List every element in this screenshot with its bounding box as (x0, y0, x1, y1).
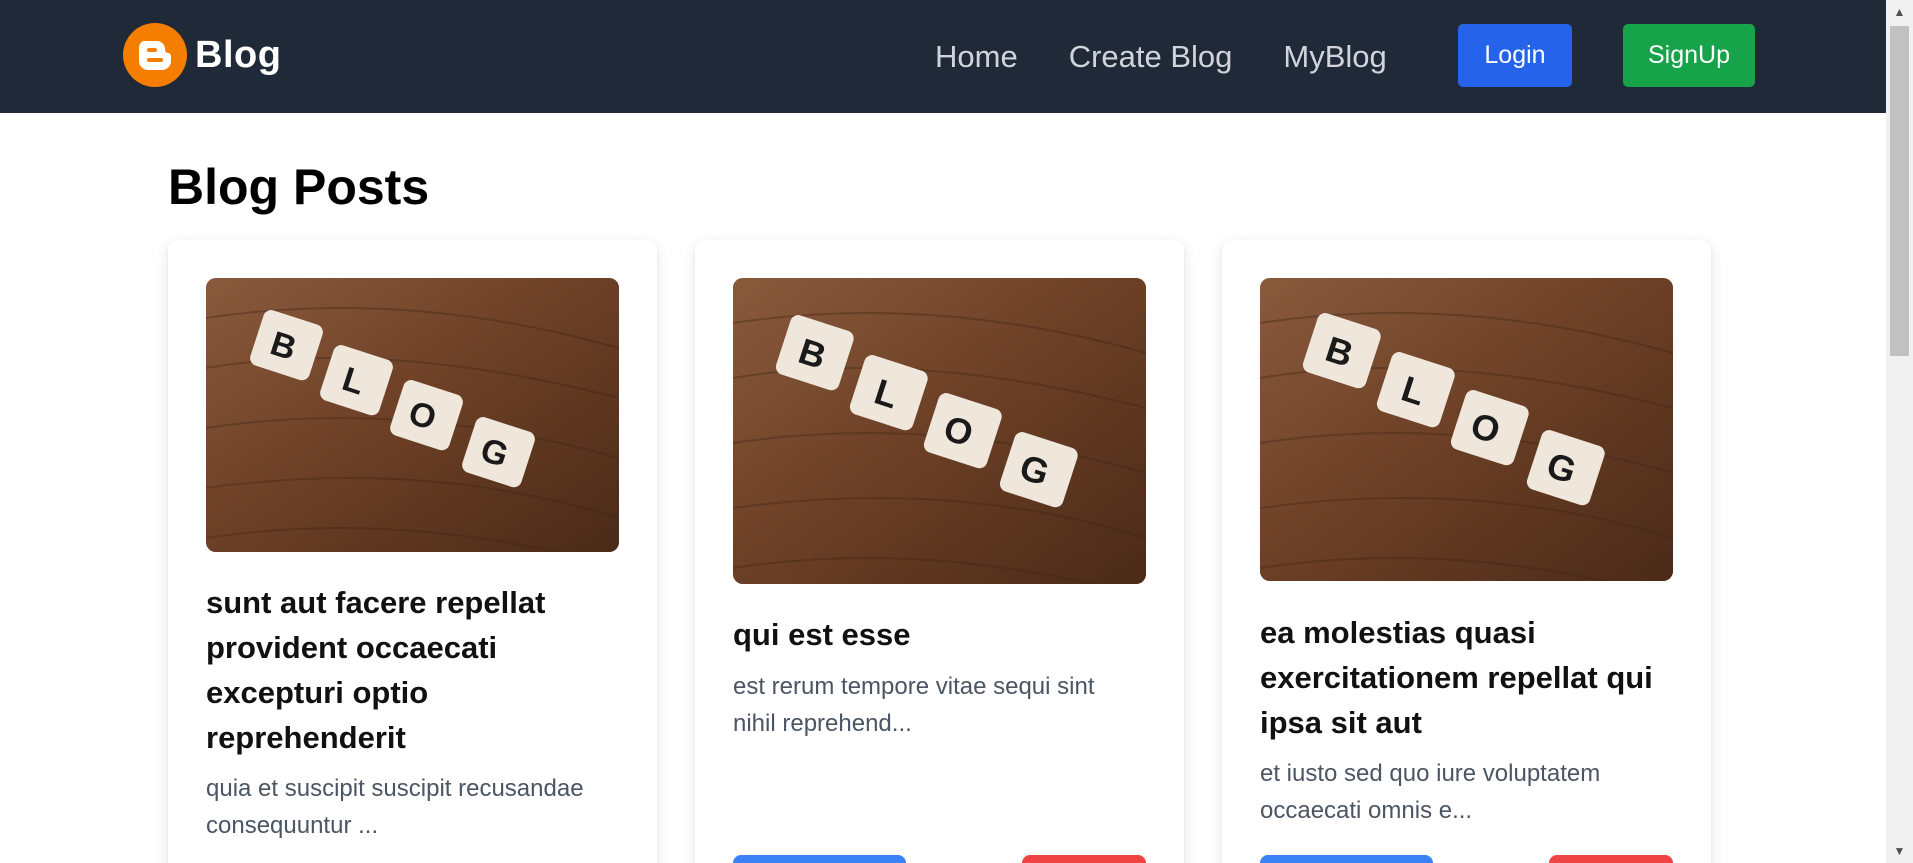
delete-button[interactable] (1549, 855, 1673, 863)
vertical-scrollbar[interactable]: ▲ ▼ (1886, 0, 1913, 863)
read-more-button[interactable] (733, 855, 906, 863)
scroll-up-arrow-icon[interactable]: ▲ (1886, 0, 1913, 24)
blog-card-title-line: exercitationem repellat qui (1260, 660, 1653, 695)
blog-card-description-line: quia et suscipit suscipit recusandae (206, 775, 584, 802)
blog-tiles-image: B L O G (1260, 278, 1673, 581)
blog-card-title-line: qui est esse (733, 617, 911, 652)
login-button[interactable]: Login (1458, 24, 1572, 87)
blog-card: B L O G qui est esse est rerum tempore v… (695, 240, 1184, 863)
blog-card-image[interactable]: B L O G (206, 278, 619, 552)
brand-text: Blog (195, 33, 282, 76)
nav-links: Home Create Blog MyBlog (935, 0, 1438, 113)
blog-card-title-line: sunt aut facere repellat (206, 585, 546, 620)
scrollbar-thumb[interactable] (1890, 26, 1909, 356)
blog-card-title-line: excepturi optio (206, 675, 429, 710)
blog-card-description-line: et iusto sed quo iure voluptatem (1260, 760, 1601, 787)
signup-button[interactable]: SignUp (1623, 24, 1755, 87)
blog-tiles-image: B L O G (206, 278, 619, 552)
nav-link-home[interactable]: Home (935, 39, 1018, 75)
blog-card-title-line: ipsa sit aut (1260, 705, 1422, 740)
blog-card-title: sunt aut facere repellat provident occae… (206, 580, 619, 760)
brand[interactable]: Blog (123, 22, 281, 88)
blog-card-image[interactable]: B L O G (1260, 278, 1673, 581)
blog-card-description-line: consequuntur ... (206, 812, 379, 839)
blog-card-title-line: ea molestias quasi (1260, 615, 1536, 650)
blog-tiles-image: B L O G (733, 278, 1146, 584)
blog-card: B L O G sunt aut facere repellat provide… (168, 240, 657, 863)
blog-card-image[interactable]: B L O G (733, 278, 1146, 584)
blog-card-title: ea molestias quasi exercitationem repell… (1260, 610, 1673, 745)
blog-card-title-line: reprehenderit (206, 720, 406, 755)
read-more-button[interactable] (1260, 855, 1433, 863)
nav-link-create-blog[interactable]: Create Blog (1069, 39, 1233, 75)
delete-button[interactable] (1022, 855, 1146, 863)
blog-card-description-line: est rerum tempore vitae sequi sint (733, 673, 1095, 700)
blog-card-description: est rerum tempore vitae sequi sint nihil… (733, 668, 1146, 742)
blog-card-description-line: nihil reprehend... (733, 710, 912, 737)
blogger-logo-icon (123, 23, 187, 87)
navbar: Blog Home Create Blog MyBlog Login SignU… (0, 0, 1886, 113)
blog-card-description: et iusto sed quo iure voluptatem occaeca… (1260, 755, 1673, 829)
nav-link-myblog[interactable]: MyBlog (1283, 39, 1386, 75)
page-title: Blog Posts (168, 159, 430, 215)
scroll-down-arrow-icon[interactable]: ▼ (1886, 839, 1913, 863)
blog-card-description-line: occaecati omnis e... (1260, 797, 1473, 824)
blog-card-title-line: provident occaecati (206, 630, 498, 665)
page: Blog Home Create Blog MyBlog Login SignU… (0, 0, 1886, 863)
blog-card-title: qui est esse (733, 612, 1146, 657)
blog-card-description: quia et suscipit suscipit recusandae con… (206, 770, 619, 844)
blog-card: B L O G ea molestias quasi exercitatione… (1222, 240, 1711, 863)
